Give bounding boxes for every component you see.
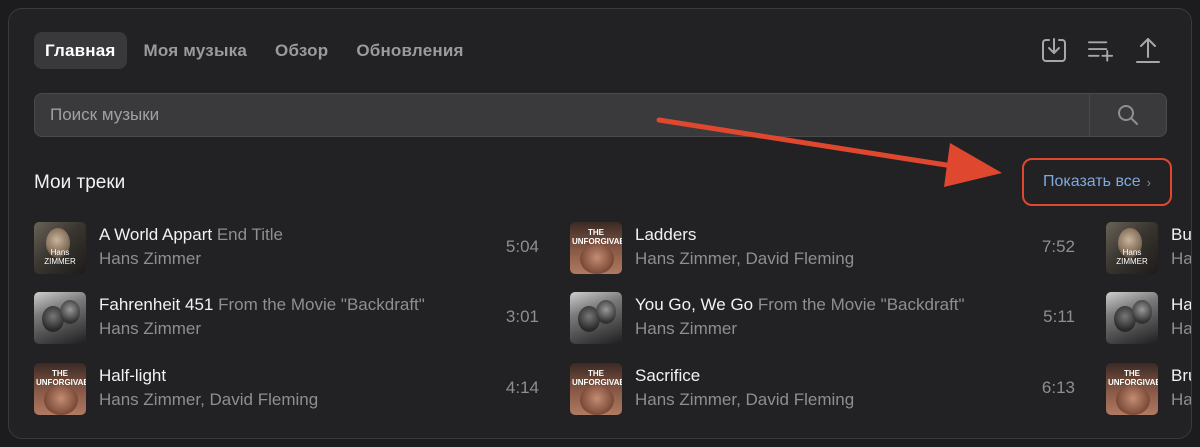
tab-browse[interactable]: Обзор <box>264 32 339 69</box>
upload-icon[interactable] <box>1134 35 1161 65</box>
search-icon <box>1118 105 1138 125</box>
track-title: Ladders <box>635 225 697 244</box>
album-cover: THE UNFORGIVABLE <box>570 222 622 274</box>
track-title: Half-light <box>99 366 167 385</box>
search-bar <box>34 93 1167 137</box>
track-duration: 5:11 <box>1043 307 1075 326</box>
album-cover: Hans ZIMMER <box>34 222 86 274</box>
add-to-playlist-icon[interactable] <box>1087 35 1114 65</box>
tab-my-music[interactable]: Моя музыка <box>133 32 258 69</box>
track-artist: Ha <box>1171 249 1192 268</box>
track-item[interactable]: THE UNFORGIVABLE Bru Ha <box>1106 363 1192 415</box>
album-cover <box>34 292 86 344</box>
nav-tabs: Главная Моя музыка Обзор Обновления <box>34 32 475 69</box>
track-artist: Hans Zimmer, David Fleming <box>635 390 855 409</box>
album-cover: THE UNFORGIVABLE <box>570 363 622 415</box>
track-artist: Hans Zimmer, David Fleming <box>99 390 319 409</box>
track-duration: 4:14 <box>505 378 539 397</box>
track-item[interactable]: Fahrenheit 451 From the Movie "Backdraft… <box>34 292 544 344</box>
track-item[interactable]: Ha Ha <box>1106 292 1192 344</box>
track-title: You Go, We Go <box>635 295 754 314</box>
track-artist: Hans Zimmer, David Fleming <box>635 249 855 268</box>
toolbar-icons <box>1040 35 1161 65</box>
album-cover: THE UNFORGIVABLE <box>1106 363 1158 415</box>
track-artist: Hans Zimmer <box>99 249 202 268</box>
track-subtitle: From the Movie "Backdraft" <box>218 295 425 314</box>
track-item[interactable]: THE UNFORGIVABLE Half-light Hans Zimmer,… <box>34 363 544 415</box>
search-button[interactable] <box>1089 94 1166 136</box>
show-all-label: Показать все <box>1042 173 1141 190</box>
chevron-right-icon: › <box>1146 174 1152 190</box>
track-duration: 5:04 <box>505 237 539 256</box>
track-title: Sacrifice <box>635 366 701 385</box>
track-item[interactable]: Hans ZIMMER A World Appart End Title Han… <box>34 222 544 274</box>
download-icon[interactable] <box>1040 35 1067 65</box>
track-artist: Hans Zimmer <box>635 319 738 338</box>
music-app-window: Главная Моя музыка Обзор Обновления Поис… <box>8 8 1192 439</box>
album-cover <box>570 292 622 344</box>
track-artist: Ha <box>1171 319 1192 338</box>
track-duration: 6:13 <box>1041 378 1075 397</box>
tab-updates[interactable]: Обновления <box>345 32 474 69</box>
album-cover: Hans ZIMMER <box>1106 222 1158 274</box>
track-item[interactable]: THE UNFORGIVABLE Ladders Hans Zimmer, Da… <box>570 222 1085 274</box>
show-all-link[interactable]: Показать все › <box>1022 158 1172 206</box>
search-input[interactable] <box>35 94 1089 136</box>
track-title: Bu <box>1171 225 1192 244</box>
album-cover: THE UNFORGIVABLE <box>34 363 86 415</box>
section-title-my-tracks: Мои треки <box>34 172 126 193</box>
track-subtitle: End Title <box>216 225 283 244</box>
tracks-grid: Hans ZIMMER A World Appart End Title Han… <box>34 222 1192 432</box>
album-cover <box>1106 292 1158 344</box>
track-title: A World Appart <box>99 225 213 244</box>
tab-home[interactable]: Главная <box>34 32 127 69</box>
track-title: Fahrenheit 451 <box>99 295 214 314</box>
track-item[interactable]: Hans ZIMMER Bu Ha <box>1106 222 1192 274</box>
track-title: Ha <box>1171 295 1192 314</box>
track-subtitle: From the Movie "Backdraft" <box>757 295 965 314</box>
track-duration: 7:52 <box>1041 237 1075 256</box>
track-duration: 3:01 <box>505 307 539 326</box>
track-title: Bru <box>1171 366 1191 385</box>
track-item[interactable]: You Go, We Go From the Movie "Backdraft"… <box>570 292 1085 344</box>
track-artist: Ha <box>1171 390 1192 409</box>
track-artist: Hans Zimmer <box>99 319 202 338</box>
track-item[interactable]: THE UNFORGIVABLE Sacrifice Hans Zimmer, … <box>570 363 1085 415</box>
